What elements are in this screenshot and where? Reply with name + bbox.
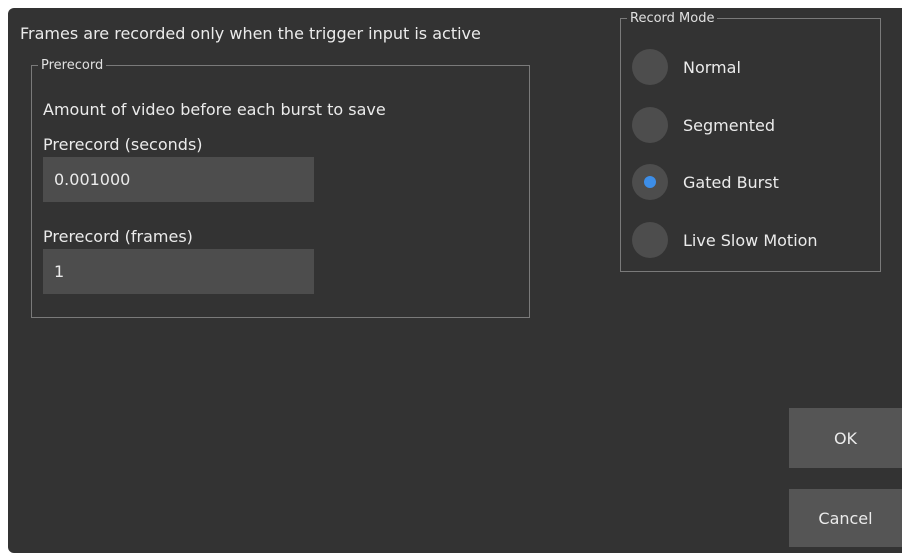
record-mode-option-normal[interactable]: Normal	[632, 49, 741, 85]
cancel-button[interactable]: Cancel	[789, 489, 902, 547]
prerecord-seconds-value: 0.001000	[54, 170, 131, 189]
prerecord-frames-input[interactable]: 1	[43, 249, 314, 294]
radio-checked-icon	[632, 164, 668, 200]
ok-button[interactable]: OK	[789, 408, 902, 468]
radio-selected-dot-icon	[644, 176, 656, 188]
record-mode-option-label: Normal	[683, 57, 741, 77]
record-mode-option-live-slow-motion[interactable]: Live Slow Motion	[632, 222, 818, 258]
record-mode-option-label: Gated Burst	[683, 172, 779, 192]
dialog-description: Frames are recorded only when the trigge…	[20, 24, 481, 43]
record-mode-option-label: Segmented	[683, 115, 775, 135]
prerecord-group: Prerecord Amount of video before each bu…	[31, 58, 530, 318]
record-mode-group: Record Mode Normal Segmented Gated Burst…	[620, 11, 881, 272]
record-mode-option-gated-burst[interactable]: Gated Burst	[632, 164, 779, 200]
gated-burst-dialog: Frames are recorded only when the trigge…	[8, 8, 902, 553]
prerecord-frames-label: Prerecord (frames)	[43, 227, 193, 246]
prerecord-group-title: Prerecord	[38, 58, 107, 73]
record-mode-group-title: Record Mode	[627, 11, 718, 26]
radio-unchecked-icon	[632, 107, 668, 143]
radio-unchecked-icon	[632, 49, 668, 85]
record-mode-option-segmented[interactable]: Segmented	[632, 107, 775, 143]
prerecord-frames-value: 1	[54, 262, 65, 281]
prerecord-seconds-input[interactable]: 0.001000	[43, 157, 314, 202]
radio-unchecked-icon	[632, 222, 668, 258]
prerecord-description: Amount of video before each burst to sav…	[43, 100, 386, 119]
prerecord-seconds-label: Prerecord (seconds)	[43, 135, 203, 154]
record-mode-option-label: Live Slow Motion	[683, 230, 818, 250]
